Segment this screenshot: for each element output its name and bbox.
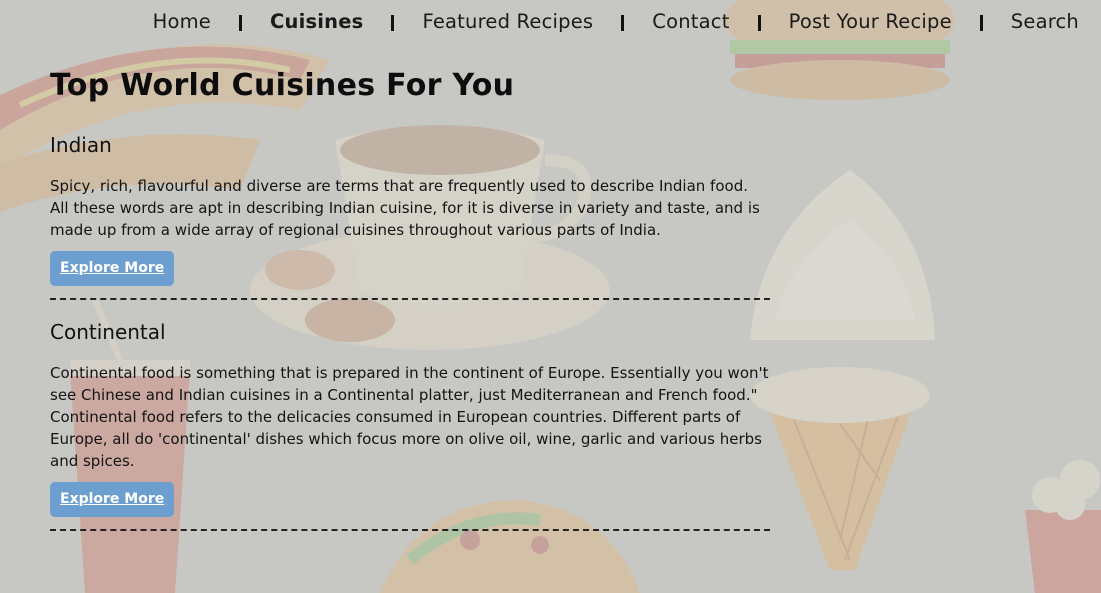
explore-more-button[interactable]: Explore More [50,251,175,286]
cuisine-section-indian: Indian Spicy, rich, flavourful and diver… [50,133,770,286]
page-title: Top World Cuisines For You [50,68,515,103]
explore-more-button[interactable]: Explore More [50,482,175,517]
section-divider [50,529,770,531]
cuisine-section-continental: Continental Continental food is somethin… [50,320,770,517]
nav-separator [621,15,625,31]
nav-search[interactable]: Search [1009,10,1081,33]
section-divider [50,298,770,300]
nav-post-your-recipe[interactable]: Post Your Recipe [787,10,954,33]
nav-featured-recipes[interactable]: Featured Recipes [420,10,595,33]
cuisine-title: Indian [50,133,112,157]
cuisine-description: Spicy, rich, flavourful and diverse are … [50,177,760,239]
nav-separator [239,15,242,31]
nav-contact[interactable]: Contact [650,10,731,33]
cuisine-description: Continental food is something that is pr… [50,364,769,470]
cuisine-title: Continental [50,320,166,344]
main-content: Top World Cuisines For You Indian Spicy,… [50,68,770,551]
nav-cuisines[interactable]: Cuisines [268,10,365,33]
nav-separator [757,15,761,31]
nav-separator [391,15,395,31]
nav-home[interactable]: Home [151,10,213,33]
main-nav: Home Cuisines Featured Recipes Contact P… [151,6,1081,36]
nav-separator [979,15,983,31]
